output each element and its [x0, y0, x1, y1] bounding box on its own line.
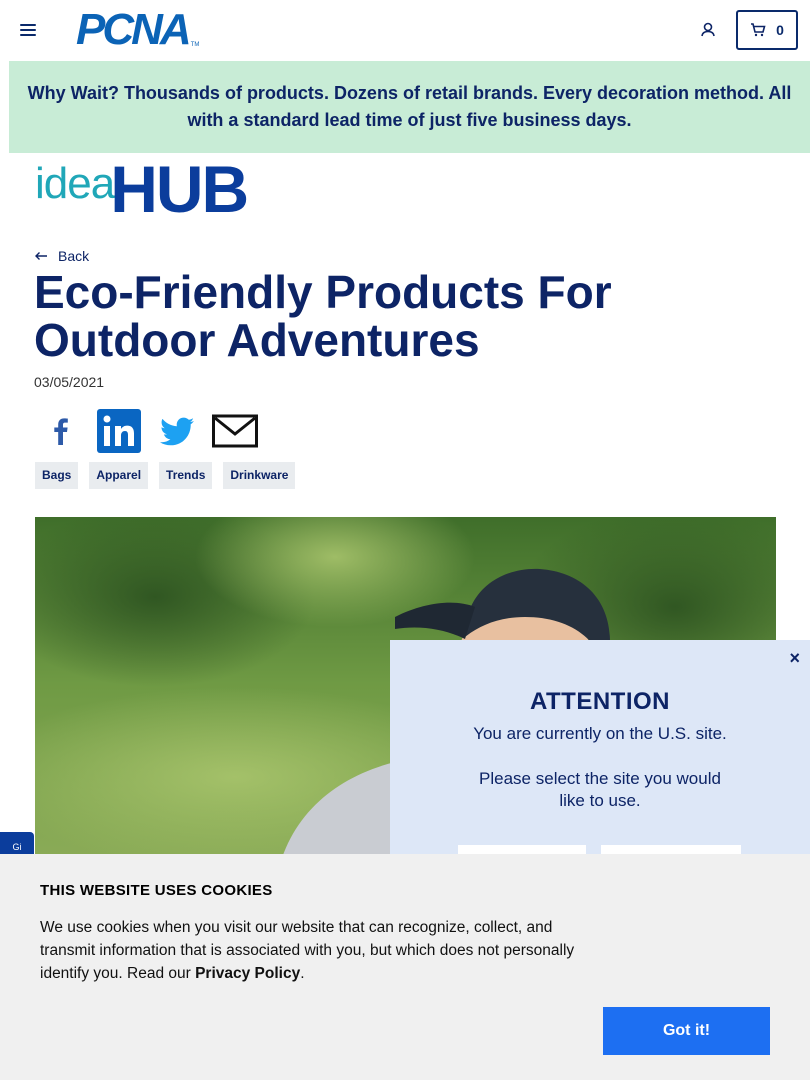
- accept-cookies-button[interactable]: Got it!: [603, 1007, 770, 1055]
- tag-drinkware[interactable]: Drinkware: [223, 462, 296, 489]
- linkedin-icon[interactable]: [96, 408, 142, 454]
- share-bar: [38, 408, 258, 454]
- privacy-policy-link[interactable]: Privacy Policy: [195, 965, 300, 982]
- menu-icon[interactable]: [20, 24, 36, 36]
- tag-list: Bags Apparel Trends Drinkware: [35, 462, 296, 489]
- cookie-banner: THIS WEBSITE USES COOKIES We use cookies…: [0, 854, 810, 1080]
- cookie-text: We use cookies when you visit our websit…: [40, 916, 600, 985]
- tag-bags[interactable]: Bags: [35, 462, 79, 489]
- back-label: Back: [58, 248, 90, 264]
- modal-instructions: Please select the site you would like to…: [479, 769, 721, 810]
- article-title: Eco-Friendly Products For Outdoor Advent…: [34, 266, 612, 366]
- cart-count: 0: [776, 22, 784, 38]
- back-link[interactable]: Back: [34, 248, 89, 264]
- article-date: 03/05/2021: [34, 374, 105, 390]
- cart-button[interactable]: 0: [736, 10, 798, 50]
- cookie-title: THIS WEBSITE USES COOKIES: [40, 882, 273, 899]
- twitter-icon[interactable]: [154, 408, 200, 454]
- tag-apparel[interactable]: Apparel: [89, 462, 149, 489]
- pcna-logo[interactable]: PCNA TM: [76, 5, 200, 54]
- cart-icon: [751, 23, 766, 37]
- promo-banner: Why Wait? Thousands of products. Dozens …: [9, 61, 810, 153]
- facebook-icon[interactable]: [38, 408, 84, 454]
- ideahub-logo[interactable]: idea HUB: [35, 152, 249, 226]
- page: PCNA TM 0 Why Wait? Thousands of product…: [0, 0, 810, 1080]
- cookie-body: We use cookies when you visit our websit…: [40, 919, 575, 982]
- back-arrow-icon: [35, 252, 47, 260]
- modal-title: ATTENTION: [529, 688, 671, 715]
- close-icon[interactable]: ×: [789, 648, 800, 669]
- tag-trends[interactable]: Trends: [159, 462, 213, 489]
- promo-text: Why Wait? Thousands of products. Dozens …: [27, 83, 792, 130]
- site-header: PCNA TM 0: [0, 0, 810, 61]
- logo-trademark: TM: [190, 42, 200, 48]
- logo-text: PCNA: [76, 5, 192, 54]
- ideahub-idea: idea: [35, 159, 115, 208]
- account-icon[interactable]: [699, 21, 717, 39]
- modal-current-site: You are currently on the U.S. site.: [473, 724, 727, 743]
- cookie-period: .: [300, 965, 305, 982]
- ideahub-hub: HUB: [110, 152, 249, 226]
- email-icon[interactable]: [212, 408, 258, 454]
